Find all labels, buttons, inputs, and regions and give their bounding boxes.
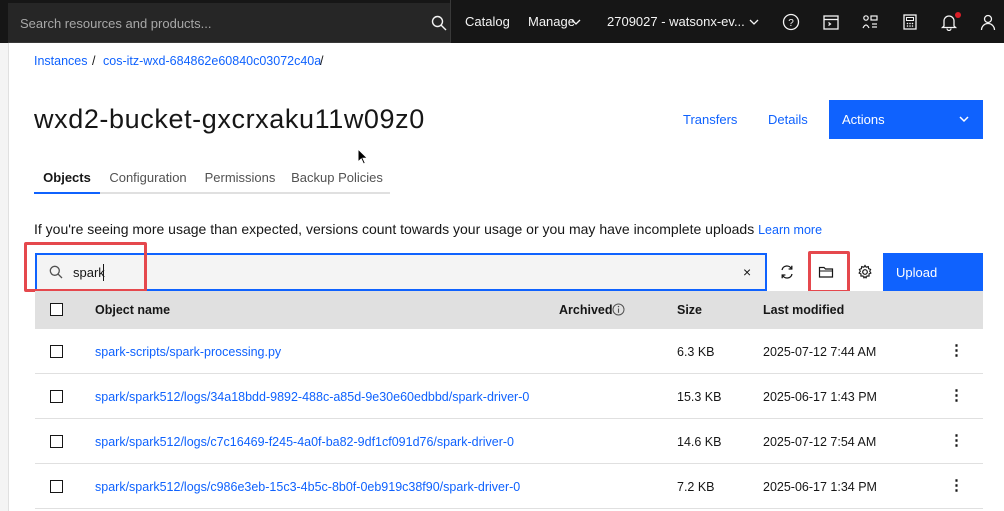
actions-button-label: Actions — [842, 112, 885, 127]
object-last-modified: 2025-06-17 1:34 PM — [763, 480, 877, 494]
upload-button-label: Upload — [896, 265, 938, 280]
column-header-size[interactable]: Size — [677, 303, 702, 317]
table-row: spark/spark512/logs/c986e3eb-15c3-4b5c-8… — [35, 464, 983, 509]
chevron-down-icon — [959, 116, 969, 123]
object-last-modified: 2025-07-12 7:44 AM — [763, 345, 877, 359]
switcher-icon[interactable] — [861, 13, 879, 31]
user-icon[interactable] — [979, 13, 997, 31]
object-name-link[interactable]: spark/spark512/logs/c7c16469-f245-4a0f-b… — [95, 435, 514, 449]
notification-badge — [955, 12, 961, 18]
table-row: spark/spark512/logs/34a18bdd-9892-488c-a… — [35, 374, 983, 419]
object-size: 15.3 KB — [677, 390, 722, 404]
object-last-modified: 2025-07-12 7:54 AM — [763, 435, 877, 449]
tab-permissions[interactable]: Permissions — [196, 160, 284, 194]
column-header-name[interactable]: Object name — [95, 303, 170, 317]
actions-button[interactable]: Actions — [829, 100, 983, 139]
left-nav-edge — [0, 43, 9, 511]
row-checkbox[interactable] — [50, 480, 63, 493]
details-button[interactable]: Details — [768, 112, 808, 127]
help-icon[interactable]: ? — [782, 13, 800, 31]
row-checkbox[interactable] — [50, 345, 63, 358]
refresh-icon — [781, 265, 793, 279]
global-search-input[interactable]: Search resources and products... — [8, 3, 450, 43]
overflow-menu-icon[interactable]: ⋮ — [949, 431, 964, 449]
row-checkbox[interactable] — [50, 435, 63, 448]
transfers-button[interactable]: Transfers — [683, 112, 737, 127]
table-row: spark-scripts/spark-processing.py 6.3 KB… — [35, 329, 983, 374]
highlight-annotation — [808, 251, 850, 293]
chevron-down-icon[interactable] — [748, 16, 760, 28]
learn-more-link[interactable]: Learn more — [758, 223, 822, 237]
tab-configuration[interactable]: Configuration — [100, 160, 196, 194]
info-icon[interactable] — [612, 303, 625, 316]
breadcrumb-separator: / — [92, 54, 96, 68]
page-title: wxd2-bucket-gxcrxaku11w09z0 — [34, 104, 425, 134]
highlight-annotation — [24, 242, 147, 292]
breadcrumb-separator: / — [320, 54, 324, 68]
overflow-menu-icon[interactable]: ⋮ — [949, 476, 964, 494]
header-divider — [450, 0, 451, 43]
tab-backup-policies[interactable]: Backup Policies — [284, 160, 390, 194]
calculator-icon[interactable] — [901, 13, 919, 31]
upload-button[interactable]: Upload — [883, 253, 983, 291]
refresh-button[interactable] — [768, 253, 806, 291]
object-size: 14.6 KB — [677, 435, 722, 449]
search-icon[interactable] — [431, 15, 447, 31]
row-checkbox[interactable] — [50, 390, 63, 403]
select-all-checkbox[interactable] — [50, 303, 63, 316]
breadcrumb-instance[interactable]: cos-itz-wxd-684862e60840c03072c40a — [103, 54, 321, 68]
overflow-menu-icon[interactable]: ⋮ — [949, 386, 964, 404]
usage-notice-text: If you're seeing more usage than expecte… — [34, 221, 755, 237]
global-search-placeholder: Search resources and products... — [20, 16, 212, 31]
object-size: 6.3 KB — [677, 345, 715, 359]
object-name-link[interactable]: spark/spark512/logs/34a18bdd-9892-488c-a… — [95, 390, 529, 404]
object-size: 7.2 KB — [677, 480, 715, 494]
overflow-menu-icon[interactable]: ⋮ — [949, 341, 964, 359]
manage-menu[interactable]: Manage — [528, 0, 575, 43]
settings-button[interactable] — [846, 253, 884, 291]
global-header: Search resources and products... Catalog… — [0, 0, 1004, 43]
account-switcher[interactable]: 2709027 - watsonx-ev... — [607, 0, 745, 43]
chevron-down-icon[interactable] — [570, 16, 582, 28]
svg-text:?: ? — [788, 18, 794, 29]
column-header-last-modified[interactable]: Last modified — [763, 303, 844, 317]
cost-estimator-icon[interactable] — [822, 13, 840, 31]
object-name-link[interactable]: spark/spark512/logs/c986e3eb-15c3-4b5c-8… — [95, 480, 520, 494]
clear-search-icon[interactable]: × — [743, 264, 751, 280]
breadcrumb-instances[interactable]: Instances — [34, 54, 88, 68]
object-name-link[interactable]: spark-scripts/spark-processing.py — [95, 345, 281, 359]
table-header: Object name Archived Size Last modified — [35, 291, 983, 329]
usage-notice: If you're seeing more usage than expecte… — [34, 221, 822, 237]
gear-icon — [858, 264, 872, 279]
object-last-modified: 2025-06-17 1:43 PM — [763, 390, 877, 404]
column-header-archived: Archived — [559, 303, 613, 317]
tab-objects[interactable]: Objects — [34, 160, 100, 194]
catalog-link[interactable]: Catalog — [465, 0, 510, 43]
table-row: spark/spark512/logs/c7c16469-f245-4a0f-b… — [35, 419, 983, 464]
